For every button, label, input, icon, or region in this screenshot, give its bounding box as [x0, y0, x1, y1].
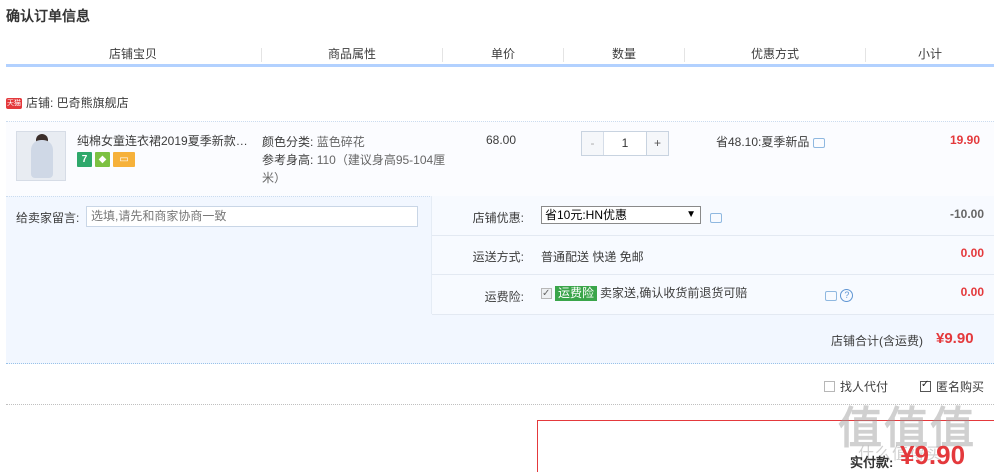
- panel-divider: [431, 196, 432, 314]
- product-title-link[interactable]: 纯棉女童连衣裙2019夏季新款…: [77, 133, 249, 149]
- insurance-row: 运费险卖家送,确认收货前退货可赔: [541, 286, 747, 301]
- insurance-label: 运费险:: [484, 290, 524, 304]
- attr-color-value: 蓝色碎花: [316, 135, 365, 149]
- qty-increase-button[interactable]: +: [646, 132, 668, 155]
- row-divider: [432, 235, 994, 236]
- product-attributes: 颜色分类: 蓝色碎花 参考身高: 110（建议身高95-104厘米）: [262, 133, 447, 187]
- question-icon[interactable]: ?: [840, 289, 854, 303]
- unit-price: 68.00: [486, 133, 517, 147]
- insurance-checkbox: [541, 286, 552, 301]
- shop-total-label: 店铺合计(含运费): [831, 334, 923, 348]
- qty-decrease-button[interactable]: -: [582, 132, 604, 155]
- row-divider: [432, 274, 994, 275]
- tmall-icon: 天猫: [6, 98, 22, 110]
- payment-label: 实付款:: [850, 455, 894, 470]
- leaf-icon[interactable]: ◆: [95, 152, 110, 167]
- shipping-label: 运送方式:: [472, 250, 524, 264]
- insurance-amount: 0.00: [960, 285, 984, 299]
- thumbnail-figure-dress: [31, 140, 53, 178]
- row-divider: [432, 314, 994, 315]
- coupon-select[interactable]: 省10元:HN优惠 ▼: [541, 206, 701, 224]
- item-subtotal: 19.90: [950, 133, 981, 147]
- shop-row: 天猫 店铺: 巴奇熊旗舰店: [6, 94, 129, 112]
- payment-value: ¥9.90: [900, 440, 966, 470]
- qty-input[interactable]: 1: [604, 132, 646, 155]
- proxy-pay-checkbox[interactable]: [824, 381, 835, 392]
- card-icon[interactable]: ▭: [113, 152, 135, 167]
- chevron-down-icon: ▼: [686, 209, 696, 220]
- column-header-item: 店铺宝贝: [108, 47, 157, 61]
- column-header-quantity: 数量: [611, 47, 636, 61]
- column-header-price: 单价: [490, 47, 515, 61]
- comment-icon[interactable]: [710, 212, 722, 223]
- shipping-amount: 0.00: [960, 246, 984, 260]
- coupon-select-value: 省10元:HN优惠: [545, 208, 628, 222]
- column-header-subtotal: 小计: [917, 47, 942, 61]
- comment-icon[interactable]: [813, 137, 826, 148]
- coupon-amount: -10.00: [949, 207, 984, 221]
- promo-text: 省48.10:夏季新品: [716, 135, 810, 149]
- shop-name-link[interactable]: 店铺: 巴奇熊旗舰店: [26, 96, 129, 110]
- promo-method: 省48.10:夏季新品: [716, 133, 826, 150]
- message-label: 给卖家留言:: [16, 211, 80, 225]
- message-input[interactable]: 选填,请先和商家协商一致: [86, 206, 418, 227]
- comment-icon[interactable]: [825, 290, 837, 301]
- page-title: 确认订单信息: [6, 8, 90, 24]
- quantity-stepper: - 1 +: [581, 131, 669, 156]
- header-rule: [6, 64, 994, 67]
- attr-color-label: 颜色分类:: [262, 135, 314, 149]
- attr-height-label: 参考身高:: [262, 153, 314, 167]
- service-icons: 7 ◆ ▭: [77, 152, 135, 167]
- insurance-text: 卖家送,确认收货前退货可赔: [600, 286, 748, 300]
- shop-total-value: ¥9.90: [936, 330, 974, 347]
- column-header-attributes: 商品属性: [327, 47, 376, 61]
- shipping-method: 普通配送 快递 免邮: [541, 250, 644, 264]
- coupon-label: 店铺优惠:: [472, 211, 524, 225]
- insurance-help: ?: [821, 288, 854, 303]
- anonymous-checkbox[interactable]: [920, 379, 931, 392]
- product-thumbnail[interactable]: [16, 131, 66, 181]
- seven-day-icon[interactable]: 7: [77, 152, 92, 167]
- column-header-discount: 优惠方式: [750, 47, 799, 61]
- insurance-badge: 运费险: [555, 286, 598, 301]
